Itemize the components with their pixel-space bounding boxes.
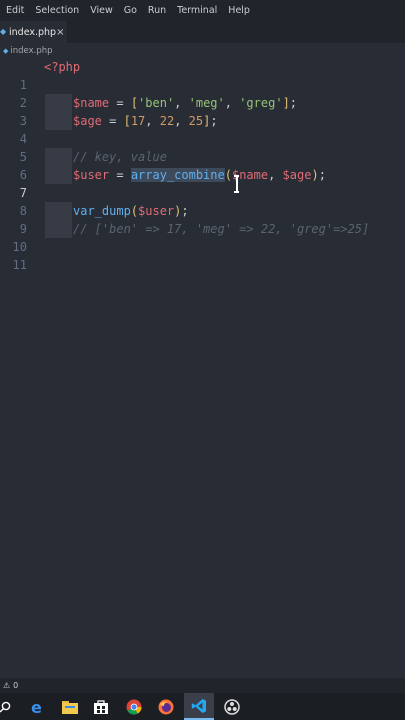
code-line: 3 $name = ['ben', 'meg', 'greg']; <box>0 94 405 128</box>
token: ) <box>311 168 319 182</box>
code-line: 9 var_dump($user); <box>0 202 405 236</box>
token: , <box>145 114 160 128</box>
store-icon[interactable] <box>86 693 116 720</box>
close-icon[interactable]: × <box>56 27 64 38</box>
token: $user <box>73 168 110 182</box>
comment: // ['ben' => 17, 'meg' => 22, 'greg'=>25… <box>73 222 370 236</box>
menu-terminal[interactable]: Terminal <box>171 5 222 16</box>
menu-bar: Edit Selection View Go Run Terminal Help <box>0 0 405 21</box>
tab-label: index.php <box>9 26 57 38</box>
file-explorer-icon[interactable] <box>55 693 85 720</box>
token: ; <box>210 114 218 128</box>
menu-help[interactable]: Help <box>222 5 255 16</box>
php-file-icon: ◆ <box>0 27 7 36</box>
token: 17 <box>130 114 146 128</box>
code-line: 6 // key, value <box>0 148 405 182</box>
token: , <box>174 114 189 128</box>
code-line: 11 <box>0 238 405 272</box>
token: ( <box>130 204 139 218</box>
token: 'greg' <box>239 96 283 110</box>
line-number: 11 <box>12 258 27 272</box>
token: , <box>174 96 189 110</box>
php-file-icon: ◆ <box>3 46 9 55</box>
chrome-icon[interactable] <box>119 693 149 720</box>
token: $age <box>282 168 312 182</box>
token: = <box>101 114 124 128</box>
token: , <box>224 96 240 110</box>
edge-icon[interactable]: e <box>22 693 52 720</box>
code-line: 10 // ['ben' => 17, 'meg' => 22, 'greg'=… <box>0 220 405 254</box>
code-line: 1 <?php <box>0 58 405 92</box>
svg-text:e: e <box>31 699 42 715</box>
token: ; <box>318 168 326 182</box>
tab-index-php[interactable]: ◆ index.php × <box>0 21 67 43</box>
firefox-icon[interactable] <box>151 693 181 720</box>
code-line: 2 <box>0 76 405 110</box>
token: 'ben' <box>138 96 175 110</box>
warning-count[interactable]: 0 <box>13 681 18 690</box>
code-line: 4 $age = [17, 22, 25]; <box>0 112 405 146</box>
token: 22 <box>159 114 175 128</box>
token: ( <box>224 168 232 182</box>
tab-bar: ◆ index.php × <box>0 21 405 43</box>
code-line: 5 <box>0 130 405 164</box>
highlighted-function: array_combine <box>130 168 225 182</box>
search-icon[interactable] <box>0 693 20 720</box>
code-editor[interactable]: 1 <?php 2 3 $name = ['ben', 'meg', 'greg… <box>0 58 405 678</box>
menu-edit[interactable]: Edit <box>0 5 29 16</box>
token: $user <box>138 204 175 218</box>
vscode-icon[interactable] <box>184 693 214 720</box>
breadcrumb-file[interactable]: index.php <box>10 46 52 56</box>
token: , <box>268 168 283 182</box>
menu-view[interactable]: View <box>84 5 118 16</box>
token: ; <box>289 96 298 110</box>
status-bar: ⚠ 0 <box>0 678 405 693</box>
code-line: 7 $user = array_combine($name, $age); <box>0 166 405 200</box>
warning-icon[interactable]: ⚠ <box>3 681 10 690</box>
obs-icon[interactable] <box>217 693 247 720</box>
menu-run[interactable]: Run <box>142 5 171 16</box>
comment: // key, value <box>73 150 167 164</box>
token: [ <box>123 114 131 128</box>
token: = <box>109 168 131 182</box>
text-cursor-icon <box>234 175 239 193</box>
token: $age <box>73 114 102 128</box>
code-line: 8 <box>0 184 405 218</box>
token: var_dump <box>73 204 131 218</box>
php-open-tag: <?php <box>44 60 81 74</box>
token: ; <box>181 204 189 218</box>
token: 25 <box>188 114 204 128</box>
menu-selection[interactable]: Selection <box>29 5 84 16</box>
token: = <box>109 96 131 110</box>
menu-go[interactable]: Go <box>118 5 142 16</box>
token: ] <box>282 96 290 110</box>
taskbar: e <box>0 693 405 720</box>
token: 'meg' <box>188 96 225 110</box>
token: [ <box>130 96 139 110</box>
breadcrumb: ◆ index.php <box>0 43 405 58</box>
token: $name <box>73 96 110 110</box>
